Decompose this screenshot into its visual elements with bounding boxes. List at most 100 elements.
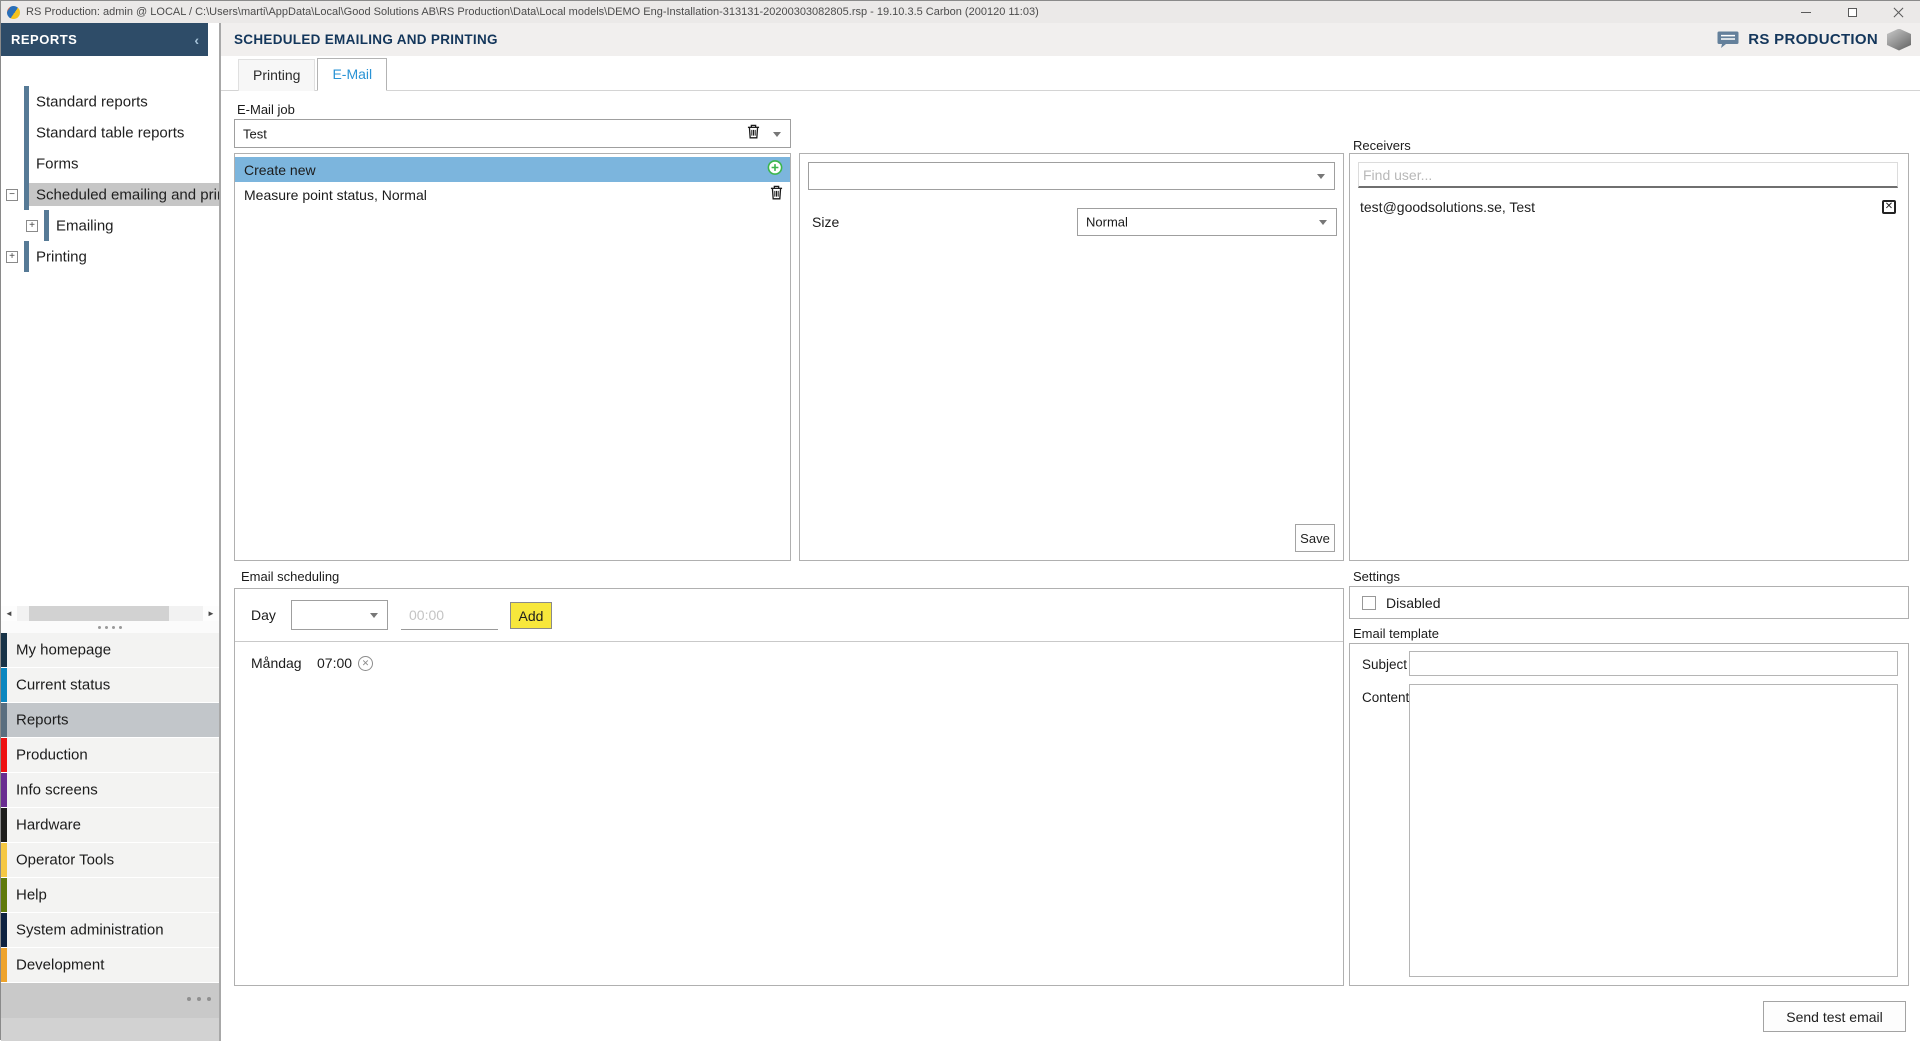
send-test-email-button[interactable]: Send test email [1763, 1001, 1906, 1032]
day-combobox[interactable] [291, 600, 388, 630]
receivers-panel: test@goodsolutions.se, Test ✕ [1349, 153, 1909, 561]
content-label: Content [1362, 690, 1410, 705]
settings-label: Settings [1353, 569, 1400, 584]
page-title: SCHEDULED EMAILING AND PRINTING [234, 32, 498, 47]
nav-item-info-screens[interactable]: Info screens [1, 773, 219, 807]
tree-item-standard-table-reports[interactable]: Standard table reports [1, 117, 219, 148]
window-title: RS Production: admin @ LOCAL / C:\Users\… [26, 6, 1039, 18]
app-window: RS Production: admin @ LOCAL / C:\Users\… [0, 0, 1920, 1041]
nav-item-my-homepage[interactable]: My homepage [1, 633, 219, 667]
delete-item-trash-icon[interactable] [770, 185, 783, 205]
email-job-label: E-Mail job [237, 102, 295, 117]
nav-item-production[interactable]: Production [1, 738, 219, 772]
tree-item-bar [24, 86, 29, 117]
sidebar: REPORTS ‹ Standard reports Standard tabl… [1, 23, 221, 1041]
tab-strip: Printing E-Mail [221, 56, 1920, 91]
feedback-chat-icon[interactable] [1717, 31, 1739, 48]
email-job-combobox[interactable]: Test [234, 119, 791, 148]
add-job-plus-icon[interactable] [767, 159, 783, 180]
nav-item-operator-tools[interactable]: Operator Tools [1, 843, 219, 877]
disabled-label: Disabled [1386, 594, 1441, 611]
nav-color-bar [1, 843, 7, 877]
module-nav: My homepage Current status Reports Produ… [1, 633, 219, 983]
nav-color-bar [1, 668, 7, 702]
reports-tree: Standard reports Standard table reports … [1, 56, 219, 606]
nav-color-bar [1, 878, 7, 912]
chevron-down-icon [1319, 220, 1327, 225]
nav-color-bar [1, 703, 7, 737]
size-combobox[interactable]: Normal [1077, 208, 1337, 236]
main-content: SCHEDULED EMAILING AND PRINTING RS PRODU… [221, 23, 1920, 1041]
tree-item-bar [24, 179, 29, 210]
brand-name: RS PRODUCTION [1748, 31, 1878, 48]
email-scheduling-panel: Day Add Måndag 07:00 ✕ [234, 588, 1344, 986]
minimize-button[interactable] [1783, 1, 1829, 23]
nav-footer-panel [1, 983, 219, 1018]
time-input[interactable] [401, 601, 498, 630]
nav-color-bar [1, 913, 7, 947]
nav-color-bar [1, 948, 7, 982]
page-header: SCHEDULED EMAILING AND PRINTING RS PRODU… [221, 23, 1920, 56]
subject-input[interactable] [1409, 651, 1898, 676]
nav-item-current-status[interactable]: Current status [1, 668, 219, 702]
schedule-entry: Måndag 07:00 ✕ [251, 652, 374, 674]
receivers-label: Receivers [1353, 138, 1411, 153]
minimize-icon [1801, 11, 1811, 13]
nav-item-reports[interactable]: Reports [1, 703, 219, 737]
collapse-node-icon[interactable]: − [6, 188, 18, 201]
tree-item-standard-reports[interactable]: Standard reports [1, 86, 219, 117]
remove-receiver-icon[interactable]: ✕ [1882, 200, 1896, 214]
nav-color-bar [1, 773, 7, 807]
find-user-input[interactable] [1358, 162, 1898, 188]
tree-item-bar [24, 148, 29, 179]
scheduling-toolbar: Day Add [235, 589, 1343, 642]
nav-item-development[interactable]: Development [1, 948, 219, 982]
tree-item-scheduled-emailing-and-printing[interactable]: − Scheduled emailing and printing [1, 179, 219, 210]
tree-horizontal-scrollbar[interactable]: ◄ ► [1, 606, 219, 621]
save-button[interactable]: Save [1295, 524, 1335, 552]
tree-item-bar [24, 117, 29, 148]
chevron-down-icon [370, 613, 378, 618]
chevron-down-icon [1317, 174, 1325, 179]
email-scheduling-label: Email scheduling [241, 569, 340, 584]
collapse-sidebar-icon[interactable]: ‹ [194, 33, 208, 47]
tab-email[interactable]: E-Mail [317, 58, 388, 91]
tab-printing[interactable]: Printing [238, 59, 316, 91]
sidebar-header: REPORTS ‹ [1, 23, 208, 56]
tree-item-printing[interactable]: + Printing [1, 241, 219, 272]
remove-schedule-icon[interactable]: ✕ [358, 655, 374, 671]
disabled-checkbox[interactable] [1362, 595, 1376, 610]
app-icon [7, 5, 20, 19]
nav-item-system-administration[interactable]: System administration [1, 913, 219, 947]
receiver-item: test@goodsolutions.se, Test ✕ [1358, 194, 1900, 220]
expand-node-icon[interactable]: + [26, 219, 38, 232]
add-schedule-button[interactable]: Add [510, 602, 552, 629]
close-button[interactable] [1875, 1, 1920, 23]
tree-item-bar [24, 241, 29, 272]
scroll-right-icon[interactable]: ► [203, 606, 219, 621]
nav-item-hardware[interactable]: Hardware [1, 808, 219, 842]
delete-job-trash-icon[interactable] [747, 124, 760, 144]
maximize-button[interactable] [1829, 1, 1875, 23]
expand-node-icon[interactable]: + [6, 250, 18, 263]
report-type-combobox[interactable] [808, 162, 1335, 190]
email-template-label: Email template [1353, 626, 1439, 641]
email-template-panel: Subject Content [1349, 643, 1909, 986]
job-editor-panel: Size Normal Save [799, 153, 1344, 561]
chevron-down-icon [773, 131, 781, 137]
email-job-list: Create new Measure point status, Normal [234, 153, 791, 561]
sidebar-splitter-handle[interactable] [1, 621, 219, 633]
scroll-left-icon[interactable]: ◄ [1, 606, 17, 621]
maximize-icon [1847, 7, 1857, 17]
settings-panel: Disabled [1349, 586, 1909, 619]
tree-item-forms[interactable]: Forms [1, 148, 219, 179]
content-textarea[interactable] [1409, 684, 1898, 977]
brand-logo-hexagon-icon [1887, 28, 1911, 51]
list-item-measure-point-status[interactable]: Measure point status, Normal [235, 182, 790, 207]
nav-item-help[interactable]: Help [1, 878, 219, 912]
sidebar-title: REPORTS [11, 32, 78, 47]
nav-more-handle[interactable] [187, 997, 211, 1001]
list-item-create-new[interactable]: Create new [235, 157, 790, 182]
scrollbar-thumb[interactable] [29, 606, 169, 621]
tree-item-emailing[interactable]: + Emailing [1, 210, 219, 241]
